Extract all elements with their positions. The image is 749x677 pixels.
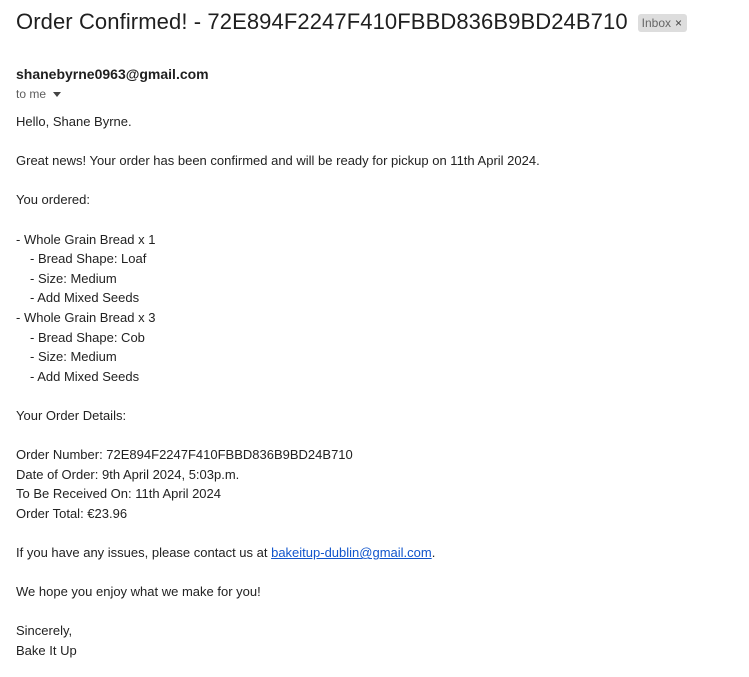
signature: Bake It Up	[16, 643, 77, 659]
order-date: Date of Order: 9th April 2024, 5:03p.m.	[16, 466, 240, 482]
inbox-label-text: Inbox	[641, 16, 672, 30]
order-item-option: - Add Mixed Seeds	[30, 290, 140, 306]
order-item-option: - Size: Medium	[30, 270, 117, 286]
order-item-title: - Whole Grain Bread x 3	[16, 309, 156, 325]
receive-date: To Be Received On: 11th April 2024	[16, 486, 221, 502]
subject-row: Order Confirmed! - 72E894F2247F410FBBD83…	[16, 8, 688, 36]
issues-prefix: If you have any issues, please contact u…	[16, 545, 272, 561]
order-item-option: - Size: Medium	[30, 349, 117, 365]
order-item-option: - Bread Shape: Loaf	[30, 251, 147, 267]
details-heading: Your Order Details:	[16, 407, 127, 423]
greeting: Hello, Shane Byrne.	[16, 114, 132, 129]
closing-text: We hope you enjoy what we make for you!	[16, 584, 261, 600]
close-icon[interactable]: ×	[675, 16, 682, 30]
order-item-option: - Bread Shape: Cob	[30, 329, 145, 345]
sender-email[interactable]: shanebyrne0963@gmail.com	[16, 66, 209, 82]
order-item-title: - Whole Grain Bread x 1	[16, 231, 156, 247]
intro-text: Great news! Your order has been confirme…	[16, 153, 540, 169]
signoff: Sincerely,	[16, 623, 73, 639]
order-item-option: - Add Mixed Seeds	[30, 368, 140, 384]
order-number: Order Number: 72E894F2247F410FBBD836B9BD…	[16, 447, 353, 463]
issues-suffix: .	[431, 545, 436, 561]
ordered-heading: You ordered:	[16, 192, 90, 208]
email-subject: Order Confirmed! - 72E894F2247F410FBBD83…	[16, 9, 628, 34]
email-body: Hello, Shane Byrne. Great news! Your ord…	[16, 112, 540, 661]
inbox-label-chip[interactable]: Inbox ×	[637, 14, 688, 32]
contact-email-link[interactable]: bakeitup-dublin@gmail.com	[271, 545, 432, 560]
order-total: Order Total: €23.96	[16, 505, 128, 521]
recipient-label: to me	[16, 87, 47, 101]
recipient-details-toggle[interactable]: to me	[16, 87, 62, 101]
issues-text: If you have any issues, please contact u…	[16, 543, 540, 563]
chevron-down-icon[interactable]	[53, 92, 62, 97]
